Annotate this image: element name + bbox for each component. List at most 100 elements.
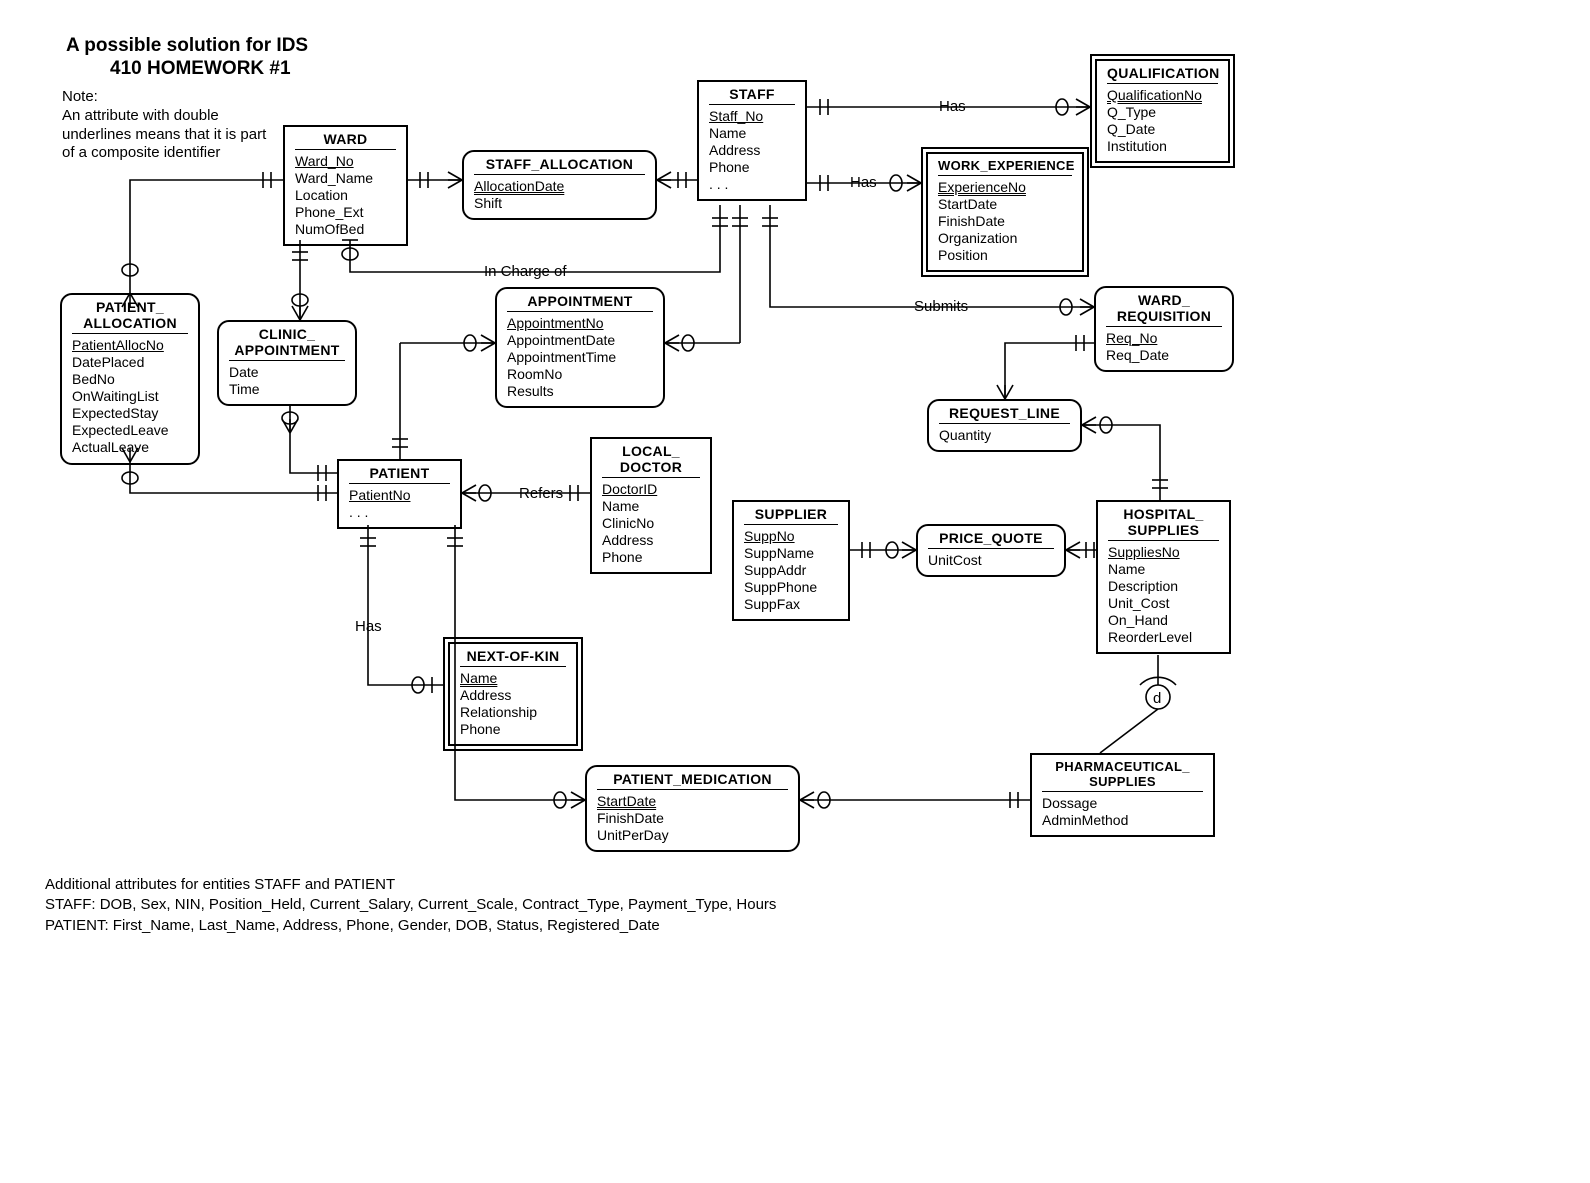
attr: Req_No bbox=[1106, 330, 1222, 347]
attr: FinishDate bbox=[597, 810, 788, 827]
attr: DoctorID bbox=[602, 481, 700, 498]
attr: Description bbox=[1108, 578, 1219, 595]
attr: ReorderLevel bbox=[1108, 629, 1219, 646]
entity-clinic-appointment: CLINIC_APPOINTMENT Date Time bbox=[217, 320, 357, 406]
attr: Organization bbox=[938, 230, 1072, 247]
entity-ward-requisition-name: WARD_REQUISITION bbox=[1106, 292, 1222, 326]
attr: Position bbox=[938, 247, 1072, 264]
attr: BedNo bbox=[72, 371, 188, 388]
attr: Phone bbox=[709, 159, 795, 176]
attr: SuppName bbox=[744, 545, 838, 562]
attr: ExpectedStay bbox=[72, 405, 188, 422]
entity-local-doctor: LOCAL_DOCTOR DoctorID Name ClinicNo Addr… bbox=[590, 437, 712, 574]
attr: Unit_Cost bbox=[1108, 595, 1219, 612]
entity-staff-name: STAFF bbox=[709, 86, 795, 104]
entity-ward-requisition: WARD_REQUISITION Req_No Req_Date bbox=[1094, 286, 1234, 372]
attr: Ward_No bbox=[295, 153, 396, 170]
entity-ward-attrs: Ward_No Ward_Name Location Phone_Ext Num… bbox=[295, 149, 396, 238]
attr: UnitPerDay bbox=[597, 827, 788, 844]
rel-label-has-qualification: Has bbox=[935, 98, 970, 115]
entity-local-doctor-attrs: DoctorID Name ClinicNo Address Phone bbox=[602, 477, 700, 566]
attr: AppointmentDate bbox=[507, 332, 653, 349]
entity-price-quote: PRICE_QUOTE UnitCost bbox=[916, 524, 1066, 577]
entity-patient-name: PATIENT bbox=[349, 465, 450, 483]
attr: Phone bbox=[602, 549, 700, 566]
entity-pharmaceutical-supplies-name: PHARMACEUTICAL_SUPPLIES bbox=[1042, 759, 1203, 791]
attr: SuppFax bbox=[744, 596, 838, 613]
attr: Req_Date bbox=[1106, 347, 1222, 364]
attr: . . . bbox=[349, 504, 450, 521]
attr: UnitCost bbox=[928, 552, 1054, 569]
attr: Results bbox=[507, 383, 653, 400]
entity-supplier: SUPPLIER SuppNo SuppName SuppAddr SuppPh… bbox=[732, 500, 850, 621]
entity-local-doctor-name: LOCAL_DOCTOR bbox=[602, 443, 700, 477]
attr: Time bbox=[229, 381, 345, 398]
attr: Q_Type bbox=[1107, 104, 1218, 121]
entity-clinic-appointment-name: CLINIC_APPOINTMENT bbox=[229, 326, 345, 360]
attr: Dossage bbox=[1042, 795, 1203, 812]
attr: DatePlaced bbox=[72, 354, 188, 371]
attr: Ward_Name bbox=[295, 170, 396, 187]
entity-patient-attrs: PatientNo . . . bbox=[349, 483, 450, 521]
entity-next-of-kin-attrs: Name Address Relationship Phone bbox=[460, 666, 566, 738]
entity-request-line-name: REQUEST_LINE bbox=[939, 405, 1070, 423]
entity-staff-allocation-name: STAFF_ALLOCATION bbox=[474, 156, 645, 174]
entity-pharmaceutical-supplies-attrs: Dossage AdminMethod bbox=[1042, 791, 1203, 829]
entity-hospital-supplies-attrs: SuppliesNo Name Description Unit_Cost On… bbox=[1108, 540, 1219, 646]
diagram-title-2: 410 HOMEWORK #1 bbox=[110, 58, 291, 80]
attr: AppointmentTime bbox=[507, 349, 653, 366]
attr: AllocationDate bbox=[474, 178, 645, 195]
entity-clinic-appointment-attrs: Date Time bbox=[229, 360, 345, 398]
attr: Address bbox=[602, 532, 700, 549]
entity-patient-medication-name: PATIENT_MEDICATION bbox=[597, 771, 788, 789]
entity-patient-medication-attrs: StartDate FinishDate UnitPerDay bbox=[597, 789, 788, 844]
attr: StartDate bbox=[938, 196, 1072, 213]
attr: On_Hand bbox=[1108, 612, 1219, 629]
attr: QualificationNo bbox=[1107, 87, 1218, 104]
entity-work-experience-attrs: ExperienceNo StartDate FinishDate Organi… bbox=[938, 175, 1072, 264]
attr: SuppliesNo bbox=[1108, 544, 1219, 561]
note-line-2: underlines means that it is part bbox=[62, 126, 266, 143]
attr: Address bbox=[460, 687, 566, 704]
rel-label-d: d bbox=[1151, 690, 1163, 707]
entity-appointment-name: APPOINTMENT bbox=[507, 293, 653, 311]
attr: Name bbox=[602, 498, 700, 515]
rel-label-has-kin: Has bbox=[351, 618, 386, 635]
entity-hospital-supplies: HOSPITAL_SUPPLIES SuppliesNo Name Descri… bbox=[1096, 500, 1231, 654]
footer-line-1: Additional attributes for entities STAFF… bbox=[45, 875, 776, 895]
entity-qualification-attrs: QualificationNo Q_Type Q_Date Institutio… bbox=[1107, 83, 1218, 155]
attr: RoomNo bbox=[507, 366, 653, 383]
entity-patient-allocation-name: PATIENT_ALLOCATION bbox=[72, 299, 188, 333]
entity-qualification: QUALIFICATION QualificationNo Q_Type Q_D… bbox=[1095, 59, 1230, 163]
entity-staff: STAFF Staff_No Name Address Phone . . . bbox=[697, 80, 807, 201]
entity-appointment: APPOINTMENT AppointmentNo AppointmentDat… bbox=[495, 287, 665, 408]
entity-ward-name: WARD bbox=[295, 131, 396, 149]
entity-staff-attrs: Staff_No Name Address Phone . . . bbox=[709, 104, 795, 193]
entity-supplier-name: SUPPLIER bbox=[744, 506, 838, 524]
entity-supplier-attrs: SuppNo SuppName SuppAddr SuppPhone SuppF… bbox=[744, 524, 838, 613]
attr: Date bbox=[229, 364, 345, 381]
note-header: Note: bbox=[62, 88, 98, 105]
entity-price-quote-attrs: UnitCost bbox=[928, 548, 1054, 569]
attr: ActualLeave bbox=[72, 439, 188, 456]
attr: ExpectedLeave bbox=[72, 422, 188, 439]
attr: PatientNo bbox=[349, 487, 450, 504]
attr: Phone_Ext bbox=[295, 204, 396, 221]
attr: FinishDate bbox=[938, 213, 1072, 230]
entity-next-of-kin: NEXT-OF-KIN Name Address Relationship Ph… bbox=[448, 642, 578, 746]
entity-patient-allocation: PATIENT_ALLOCATION PatientAllocNo DatePl… bbox=[60, 293, 200, 465]
rel-label-refers: Refers bbox=[515, 485, 567, 502]
attr: AdminMethod bbox=[1042, 812, 1203, 829]
entity-price-quote-name: PRICE_QUOTE bbox=[928, 530, 1054, 548]
attr: ExperienceNo bbox=[938, 179, 1072, 196]
entity-work-experience: WORK_EXPERIENCE ExperienceNo StartDate F… bbox=[926, 152, 1084, 272]
attr: Name bbox=[709, 125, 795, 142]
attr: PatientAllocNo bbox=[72, 337, 188, 354]
diagram-note: Note: An attribute with double underline… bbox=[62, 88, 266, 163]
entity-patient: PATIENT PatientNo . . . bbox=[337, 459, 462, 529]
attr: Phone bbox=[460, 721, 566, 738]
attr: NumOfBed bbox=[295, 221, 396, 238]
entity-pharmaceutical-supplies: PHARMACEUTICAL_SUPPLIES Dossage AdminMet… bbox=[1030, 753, 1215, 837]
attr: AppointmentNo bbox=[507, 315, 653, 332]
entity-qualification-name: QUALIFICATION bbox=[1107, 65, 1218, 83]
